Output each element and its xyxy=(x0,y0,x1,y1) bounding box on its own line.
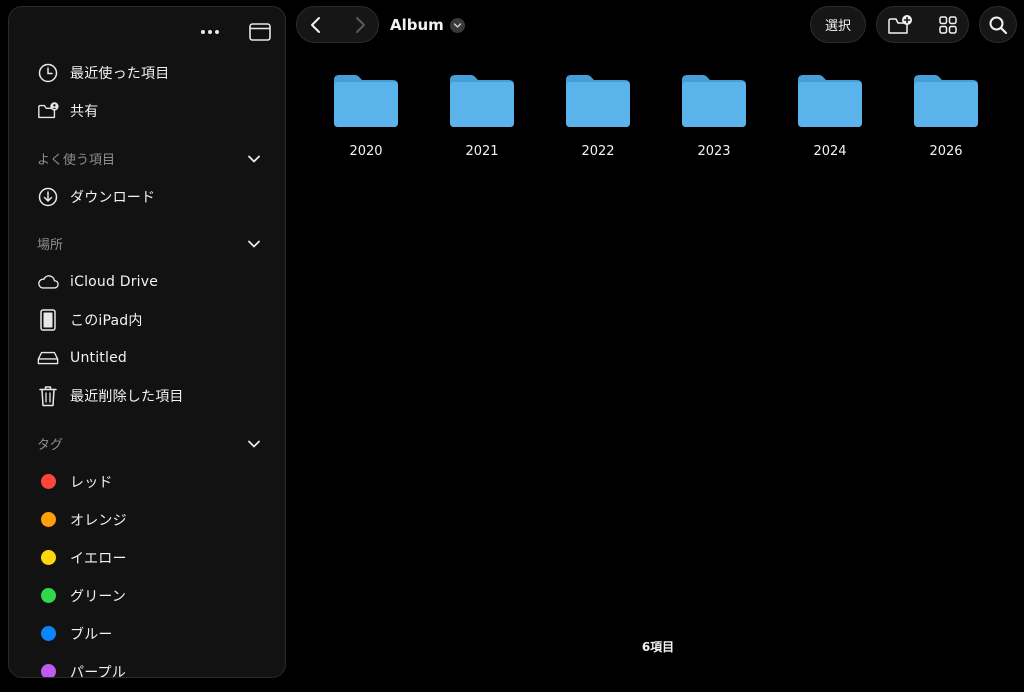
sidebar-item-label: ブルー xyxy=(70,627,113,643)
section-tags[interactable]: タグ xyxy=(37,432,261,454)
section-heading: タグ xyxy=(37,437,64,453)
folder-name: 2022 xyxy=(581,144,615,159)
select-button[interactable]: 選択 xyxy=(810,6,866,43)
sidebar-item-label: 最近使った項目 xyxy=(70,66,170,82)
folder-icon xyxy=(450,75,514,127)
sidebar-tag-yellow[interactable]: イエロー xyxy=(9,543,285,573)
folder-name: 2026 xyxy=(929,144,963,159)
sidebar-item-label: iCloud Drive xyxy=(70,274,159,290)
folder-name: 2023 xyxy=(697,144,731,159)
item-count: 6項目 xyxy=(641,640,675,654)
search-button[interactable] xyxy=(979,6,1017,43)
cloud-icon xyxy=(37,271,59,293)
folder-name: 2024 xyxy=(813,144,847,159)
more-options-button[interactable] xyxy=(197,21,223,43)
grid-view-icon[interactable] xyxy=(939,16,957,38)
sidebar-item-label: ダウンロード xyxy=(70,190,156,206)
ipad-icon xyxy=(37,309,59,331)
chevron-down-icon[interactable] xyxy=(449,17,465,33)
more-dot xyxy=(201,30,205,34)
search-icon xyxy=(989,16,1008,34)
sidebar-item-label: レッド xyxy=(70,475,113,491)
folder-icon xyxy=(334,75,398,127)
section-heading: よく使う項目 xyxy=(37,152,116,168)
folder-icon xyxy=(682,75,746,127)
tag-color-dot xyxy=(41,550,56,565)
sidebar: 最近使った項目 共有 よく使う項目 ダウンロード 場所 iCloud Drive… xyxy=(8,6,286,678)
folder-name: 2021 xyxy=(465,144,499,159)
shared-folder-icon xyxy=(37,100,59,122)
sidebar-tag-orange[interactable]: オレンジ xyxy=(9,505,285,535)
folder-item[interactable]: 2021 xyxy=(446,70,518,159)
chevron-right-icon xyxy=(356,17,365,33)
sidebar-tag-red[interactable]: レッド xyxy=(9,467,285,497)
folder-item[interactable]: 2026 xyxy=(910,70,982,159)
sidebar-item-label: 共有 xyxy=(70,104,99,120)
sidebar-item-label: Untitled xyxy=(70,350,127,366)
navigation-buttons xyxy=(296,6,379,43)
chevron-down-icon[interactable] xyxy=(247,436,261,450)
sidebar-item-downloads[interactable]: ダウンロード xyxy=(9,182,285,212)
clock-icon xyxy=(37,62,59,84)
folder-item[interactable]: 2020 xyxy=(330,70,402,159)
select-button-label: 選択 xyxy=(824,19,851,34)
tag-color-dot xyxy=(41,626,56,641)
sidebar-item-label: イエロー xyxy=(70,551,127,567)
chevron-left-icon xyxy=(311,17,320,33)
sidebar-tag-green[interactable]: グリーン xyxy=(9,581,285,611)
tag-color-dot xyxy=(41,512,56,527)
folder-name: 2020 xyxy=(349,144,383,159)
download-icon xyxy=(37,186,59,208)
chevron-down-icon[interactable] xyxy=(247,151,261,165)
tag-color-dot xyxy=(41,588,56,603)
back-button[interactable] xyxy=(303,12,329,38)
sidebar-item-untitled[interactable]: Untitled xyxy=(9,343,285,373)
external-drive-icon xyxy=(37,347,59,369)
section-locations[interactable]: 場所 xyxy=(37,232,261,254)
sidebar-toolbar xyxy=(9,19,285,49)
chevron-down-icon[interactable] xyxy=(247,236,261,250)
sidebar-tag-purple[interactable]: パープル xyxy=(9,657,285,678)
folder-item[interactable]: 2023 xyxy=(678,70,750,159)
sidebar-item-recents[interactable]: 最近使った項目 xyxy=(9,58,285,88)
sidebar-item-label: オレンジ xyxy=(70,513,127,529)
sidebar-tag-blue[interactable]: ブルー xyxy=(9,619,285,649)
sidebar-toggle-icon[interactable] xyxy=(249,23,271,41)
sidebar-item-shared[interactable]: 共有 xyxy=(9,96,285,126)
sidebar-item-icloud-drive[interactable]: iCloud Drive xyxy=(9,267,285,297)
forward-button[interactable] xyxy=(347,12,373,38)
more-dot xyxy=(215,30,219,34)
trash-icon xyxy=(37,385,59,407)
view-actions-group xyxy=(876,6,969,43)
folder-item[interactable]: 2022 xyxy=(562,70,634,159)
tag-color-dot xyxy=(41,474,56,489)
tag-color-dot xyxy=(41,664,56,677)
sidebar-item-recently-deleted[interactable]: 最近削除した項目 xyxy=(9,381,285,411)
folder-icon xyxy=(566,75,630,127)
folder-title-menu[interactable]: Album xyxy=(390,14,465,36)
sidebar-item-on-ipad[interactable]: このiPad内 xyxy=(9,305,285,335)
more-dot xyxy=(208,30,212,34)
section-favorites[interactable]: よく使う項目 xyxy=(37,147,261,169)
folder-title: Album xyxy=(390,16,444,34)
folder-icon xyxy=(798,75,862,127)
sidebar-item-label: グリーン xyxy=(70,589,127,605)
sidebar-item-label: このiPad内 xyxy=(70,313,143,329)
sidebar-item-label: 最近削除した項目 xyxy=(70,389,184,405)
folder-icon xyxy=(914,75,978,127)
section-heading: 場所 xyxy=(37,237,64,253)
folder-item[interactable]: 2024 xyxy=(794,70,866,159)
sidebar-item-label: パープル xyxy=(70,665,126,678)
new-folder-icon[interactable] xyxy=(887,14,913,40)
